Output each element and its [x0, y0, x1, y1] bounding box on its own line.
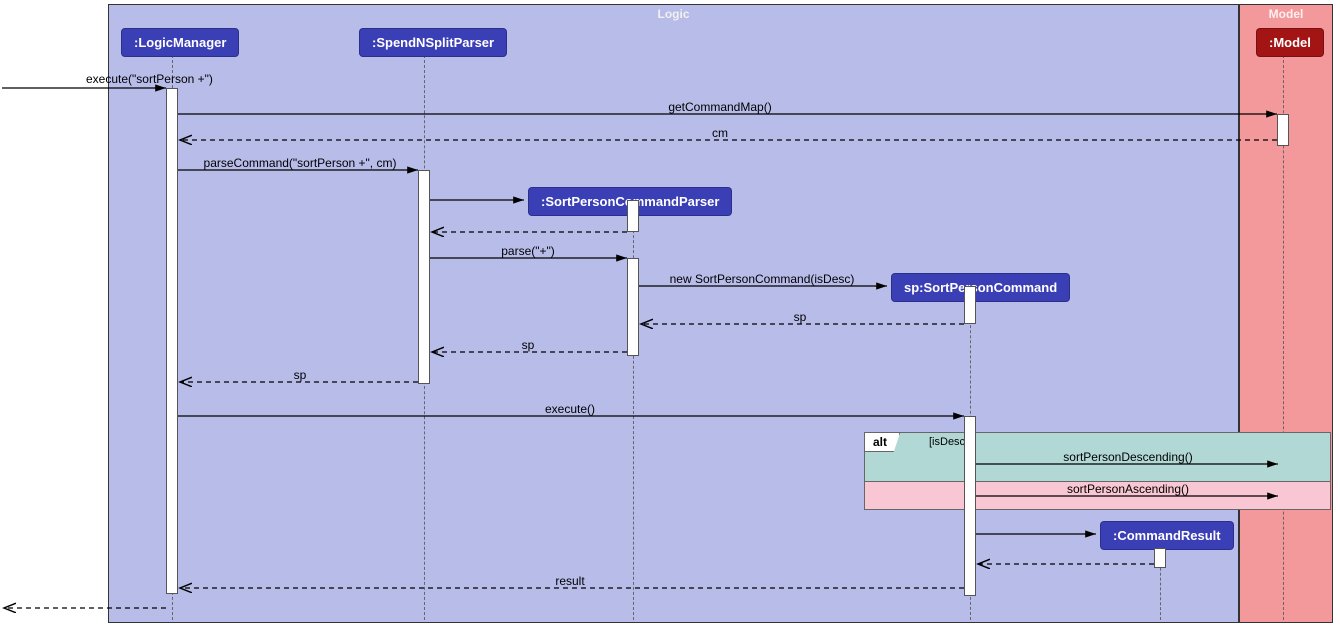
participant-sortpersoncommand: sp:SortPersonCommand: [891, 273, 1070, 302]
activation-sortpersonparser-2: [627, 258, 639, 356]
alt-fragment: alt [isDesc]: [864, 432, 1331, 510]
msg-sp-2: sp: [520, 338, 537, 352]
participant-model-label: :Model: [1269, 35, 1311, 50]
sequence-diagram: Logic Model :LogicManager :SpendNSplitPa…: [0, 0, 1340, 634]
msg-parsecommand: parseCommand("sortPerson +", cm): [202, 156, 399, 170]
activation-sortpersoncommand-2-overlay: [964, 416, 976, 596]
activation-spendnsplitparser: [418, 170, 430, 384]
msg-execute-sortperson: execute("sortPerson +"): [84, 72, 215, 86]
container-model-title: Model: [1240, 5, 1332, 23]
participant-spendnsplitparser-label: :SpendNSplitParser: [372, 35, 494, 50]
participant-commandresult: :CommandResult: [1100, 521, 1234, 550]
msg-parse: parse("+"): [499, 244, 557, 258]
msg-sp-1: sp: [792, 310, 809, 324]
activation-commandresult: [1154, 548, 1166, 568]
container-model: Model: [1239, 4, 1333, 623]
msg-getcommandmap: getCommandMap(): [666, 100, 773, 114]
msg-result: result: [553, 574, 586, 588]
activation-sortpersoncommand-1: [964, 286, 976, 324]
participant-commandresult-label: :CommandResult: [1113, 528, 1221, 543]
participant-spendnsplitparser: :SpendNSplitParser: [359, 28, 507, 57]
container-logic: Logic: [108, 4, 1239, 623]
activation-sortpersonparser-1: [627, 200, 639, 232]
activation-model: [1277, 114, 1289, 146]
participant-sortpersoncommand-label: sp:SortPersonCommand: [904, 280, 1057, 295]
msg-sortpersonascending: sortPersonAscending(): [1065, 482, 1191, 496]
msg-cm: cm: [710, 126, 730, 140]
alt-guard: [isDesc]: [929, 436, 968, 448]
msg-execute: execute(): [543, 402, 597, 416]
participant-logicmanager: :LogicManager: [121, 28, 239, 57]
msg-new-sortpersoncommand: new SortPersonCommand(isDesc): [668, 272, 857, 286]
msg-sortpersondescending: sortPersonDescending(): [1061, 450, 1194, 464]
participant-model: :Model: [1256, 28, 1324, 57]
participant-logicmanager-label: :LogicManager: [134, 35, 226, 50]
activation-logicmanager: [166, 88, 178, 594]
container-logic-title: Logic: [109, 5, 1238, 23]
msg-sp-3: sp: [292, 368, 309, 382]
